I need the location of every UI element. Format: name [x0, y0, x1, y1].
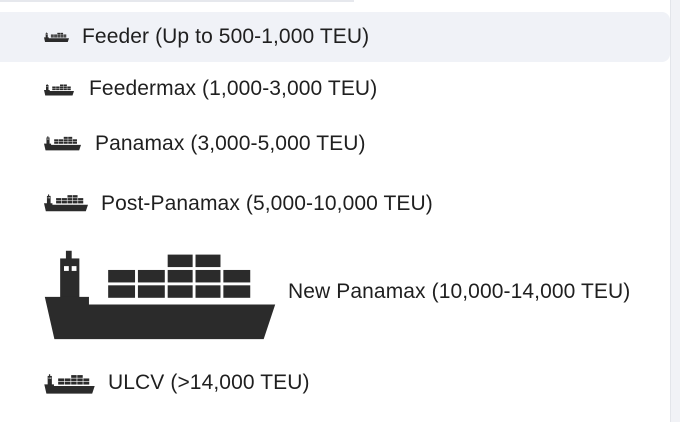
menu-item-post-panamax[interactable]: Post-Panamax (5,000-10,000 TEU)	[0, 176, 670, 232]
menu-item-label: Feeder (Up to 500-1,000 TEU)	[82, 25, 370, 48]
menu-item-panamax[interactable]: Panamax (3,000-5,000 TEU)	[0, 118, 670, 170]
menu-item-label: Panamax (3,000-5,000 TEU)	[95, 132, 366, 155]
menu-item-feeder[interactable]: Feeder (Up to 500-1,000 TEU)	[0, 12, 670, 62]
menu-item-label: Feedermax (1,000-3,000 TEU)	[89, 77, 378, 100]
container-ship-icon	[44, 31, 69, 43]
menu-item-label: ULCV (>14,000 TEU)	[108, 371, 310, 394]
menu-item-label: New Panamax (10,000-14,000 TEU)	[288, 280, 631, 303]
vessel-size-dropdown-menu: Feeder (Up to 500-1,000 TEU) Feedermax (…	[0, 0, 671, 422]
menu-item-label: Post-Panamax (5,000-10,000 TEU)	[101, 192, 433, 215]
menu-item-feedermax[interactable]: Feedermax (1,000-3,000 TEU)	[0, 64, 670, 114]
menu-top-divider	[0, 0, 354, 2]
menu-item-ulcv[interactable]: ULCV (>14,000 TEU)	[0, 356, 670, 410]
container-ship-icon	[44, 83, 74, 96]
container-ship-icon	[44, 193, 88, 212]
menu-item-new-panamax[interactable]: New Panamax (10,000-14,000 TEU)	[0, 240, 670, 342]
container-ship-icon	[44, 245, 276, 341]
container-ship-icon	[44, 135, 81, 151]
container-ship-icon	[44, 373, 95, 394]
